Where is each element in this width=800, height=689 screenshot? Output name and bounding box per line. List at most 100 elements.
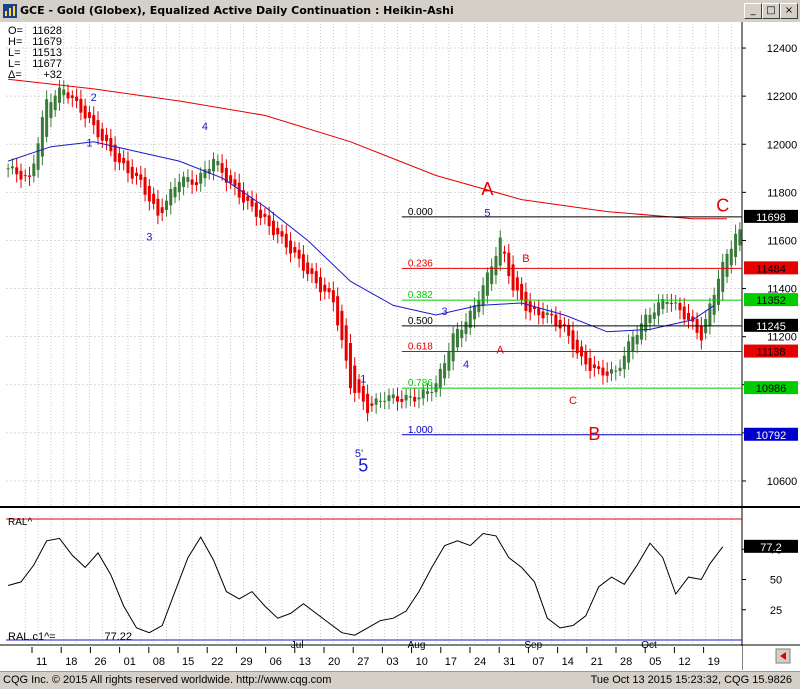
candle-body [421, 389, 425, 399]
candle-body [721, 261, 725, 292]
candle-body [83, 105, 87, 119]
restore-button[interactable]: □ [762, 3, 780, 19]
candle-body [173, 187, 177, 198]
candle-body [490, 266, 494, 285]
ohlc-label: Δ= [8, 69, 22, 81]
candle-body [520, 283, 524, 300]
wave-label: C [716, 196, 729, 216]
wave-label: 4 [202, 121, 208, 133]
candle-body [524, 291, 528, 311]
candle-body [92, 115, 96, 126]
candle-body [374, 398, 378, 405]
rsi-legend-value: 77.22 [104, 631, 132, 643]
candle-body [485, 272, 489, 296]
window-title: GCE - Gold (Globex), Equalized Active Da… [20, 4, 454, 17]
date-tick-label: 15 [182, 656, 194, 668]
minimize-button[interactable]: _ [744, 3, 762, 19]
candle-body [79, 98, 83, 113]
candle-body [75, 96, 79, 102]
candle-body [190, 179, 194, 185]
price-marker-label: 10792 [756, 430, 787, 442]
candle-body [70, 95, 74, 98]
candle-body [408, 396, 412, 398]
candle-body [117, 153, 121, 163]
candle-body [545, 312, 549, 315]
close-button[interactable]: × [780, 3, 798, 19]
candle-body [194, 182, 198, 186]
candle-body [366, 393, 370, 414]
title-bar[interactable]: GCE - Gold (Globex), Equalized Active Da… [0, 0, 800, 23]
price-chart[interactable]: 1060010800110001120011400116001180012000… [0, 22, 800, 671]
candle-body [477, 300, 481, 313]
price-marker-label: 11698 [756, 212, 786, 224]
month-label: Aug [408, 640, 426, 651]
candle-body [455, 328, 459, 348]
candle-body [212, 159, 216, 172]
candle-body [28, 175, 32, 177]
candle-body [425, 391, 429, 394]
candle-body [40, 117, 44, 157]
candle-body [592, 364, 596, 368]
candle-body [199, 172, 203, 184]
candle-body [331, 290, 335, 303]
date-tick-label: 24 [474, 656, 486, 668]
candle-body [139, 174, 143, 180]
candle-body [267, 215, 271, 227]
candle-body [378, 400, 382, 402]
candle-body [404, 394, 408, 401]
candle-body [216, 160, 220, 166]
date-tick-label: 11 [36, 656, 47, 668]
candle-body [481, 285, 485, 307]
candle-body [336, 296, 340, 326]
candle-body [438, 368, 442, 388]
candle-body [186, 177, 190, 182]
candle-body [537, 307, 541, 316]
candle-body [541, 311, 545, 319]
wave-label: 2 [91, 92, 97, 104]
date-tick-label: 17 [445, 656, 457, 668]
candle-body [635, 334, 639, 345]
candle-body [708, 303, 712, 327]
date-tick-label: 21 [591, 656, 603, 668]
candle-body [45, 99, 49, 137]
ohlc-value: +32 [43, 69, 62, 81]
month-label: Jul [291, 640, 304, 651]
candle-body [652, 312, 656, 319]
candle-body [567, 324, 571, 336]
candle-body [498, 237, 502, 266]
candle-body [32, 163, 36, 177]
candle-body [263, 213, 267, 217]
candle-body [319, 277, 323, 293]
candle-body [19, 170, 23, 180]
candle-body [147, 185, 151, 202]
fib-level-label: 0.500 [408, 316, 433, 327]
candle-body [246, 196, 250, 201]
date-tick-label: 26 [94, 656, 106, 668]
wave-label: B [588, 424, 600, 444]
candle-body [468, 310, 472, 328]
candle-body [687, 312, 691, 320]
candle-body [87, 112, 91, 119]
candle-body [571, 330, 575, 350]
candle-body [156, 198, 160, 216]
candle-body [23, 175, 27, 177]
candle-body [233, 179, 237, 187]
wave-label: 3 [146, 231, 152, 243]
status-bar: CQG Inc. © 2015 All rights reserved worl… [0, 671, 800, 689]
rsi-tick-label: 50 [770, 575, 782, 587]
date-tick-label: 13 [299, 656, 311, 668]
candle-body [370, 403, 374, 406]
fib-level-label: 0.382 [408, 290, 433, 301]
candle-body [417, 397, 421, 400]
candle-body [96, 120, 100, 138]
candle-body [280, 231, 284, 237]
candle-body [340, 310, 344, 341]
candle-body [284, 233, 288, 248]
wave-label: 4 [463, 359, 469, 371]
candle-body [528, 301, 532, 313]
candle-body [605, 371, 609, 376]
candle-body [515, 277, 519, 291]
rsi-title: RAL^ [8, 517, 32, 528]
candle-body [126, 160, 130, 174]
candle-body [122, 157, 126, 164]
